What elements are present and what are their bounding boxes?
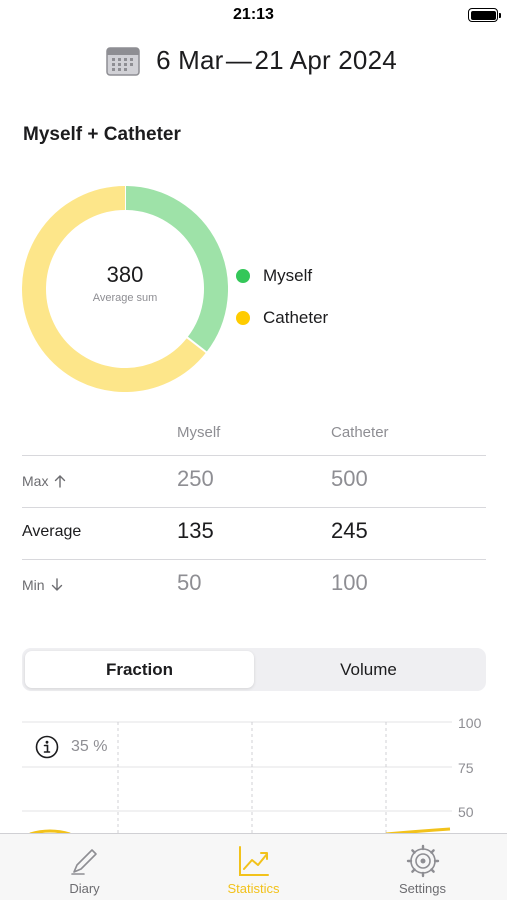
row-label-average: Average [22,523,81,541]
row-label-text: Average [22,523,82,540]
tab-statistics[interactable]: Statistics [169,834,338,900]
donut-center-value: 380 [106,262,144,287]
gear-icon [406,844,439,878]
donut-center-label: Average sum [92,292,158,304]
min-catheter-value: 100 [331,570,368,595]
info-value: 35 % [71,738,108,755]
stats-row-max: Max 250 500 [22,456,486,508]
y-tick-75: 75 [458,760,474,776]
stats-header: Myself Catheter [22,418,486,456]
min-myself-value: 50 [177,570,202,595]
stats-row-average: Average 135 245 [22,508,486,560]
info-icon[interactable] [35,735,59,759]
fraction-chart: 100 75 50 [22,715,482,837]
donut-chart [22,186,228,392]
battery-icon [468,8,501,22]
average-catheter-value: 245 [331,518,368,543]
row-label-max: Max [22,473,66,489]
column-header-catheter: Catheter [331,424,389,441]
tab-label: Diary [69,881,100,896]
info-badge[interactable]: 35 % [35,735,107,759]
chart-icon [238,846,269,876]
legend-dot-catheter [236,311,250,325]
arrow-down-icon [51,578,62,591]
calendar-icon [106,46,140,76]
legend: Myself Catheter [236,255,328,339]
pencil-icon [70,849,97,875]
stats-table: Myself Catheter Max 250 500 Average 135 … [22,418,486,612]
average-myself-value: 135 [177,518,214,543]
tab-diary[interactable]: Diary [0,834,169,900]
status-bar: 21:13 [0,0,507,30]
date-range-label: 6 Mar — 21 Apr 2024 [156,44,397,75]
legend-label: Myself [263,266,313,285]
date-range-header[interactable]: 6 Mar — 21 Apr 2024 [0,40,507,80]
row-label-text: Min [22,577,45,593]
status-time: 21:13 [233,6,274,23]
section-title: Myself + Catheter [23,124,181,145]
statistics-screen: 21:13 6 Mar — 21 Apr 2024 Myself + Cathe… [0,0,507,900]
legend-label: Catheter [263,308,329,327]
tab-label: Settings [399,881,446,896]
stats-row-min: Min 50 100 [22,560,486,612]
fraction-volume-segmented-control[interactable]: Fraction Volume [22,648,486,691]
tab-bar: Diary Statistics Settings [0,833,507,900]
legend-dot-myself [236,269,250,283]
legend-item-myself: Myself [236,255,328,297]
row-label-min: Min [22,577,63,593]
column-header-myself: Myself [177,424,221,441]
arrow-up-icon [55,475,66,488]
y-tick-50: 50 [458,804,474,820]
legend-item-catheter: Catheter [236,297,328,339]
y-tick-100: 100 [458,715,482,731]
row-label-text: Max [22,473,49,489]
segment-volume[interactable]: Volume [254,651,483,688]
segment-fraction[interactable]: Fraction [25,651,254,688]
tab-settings[interactable]: Settings [338,834,507,900]
max-myself-value: 250 [177,466,214,491]
tab-label: Statistics [227,881,280,896]
max-catheter-value: 500 [331,466,368,491]
